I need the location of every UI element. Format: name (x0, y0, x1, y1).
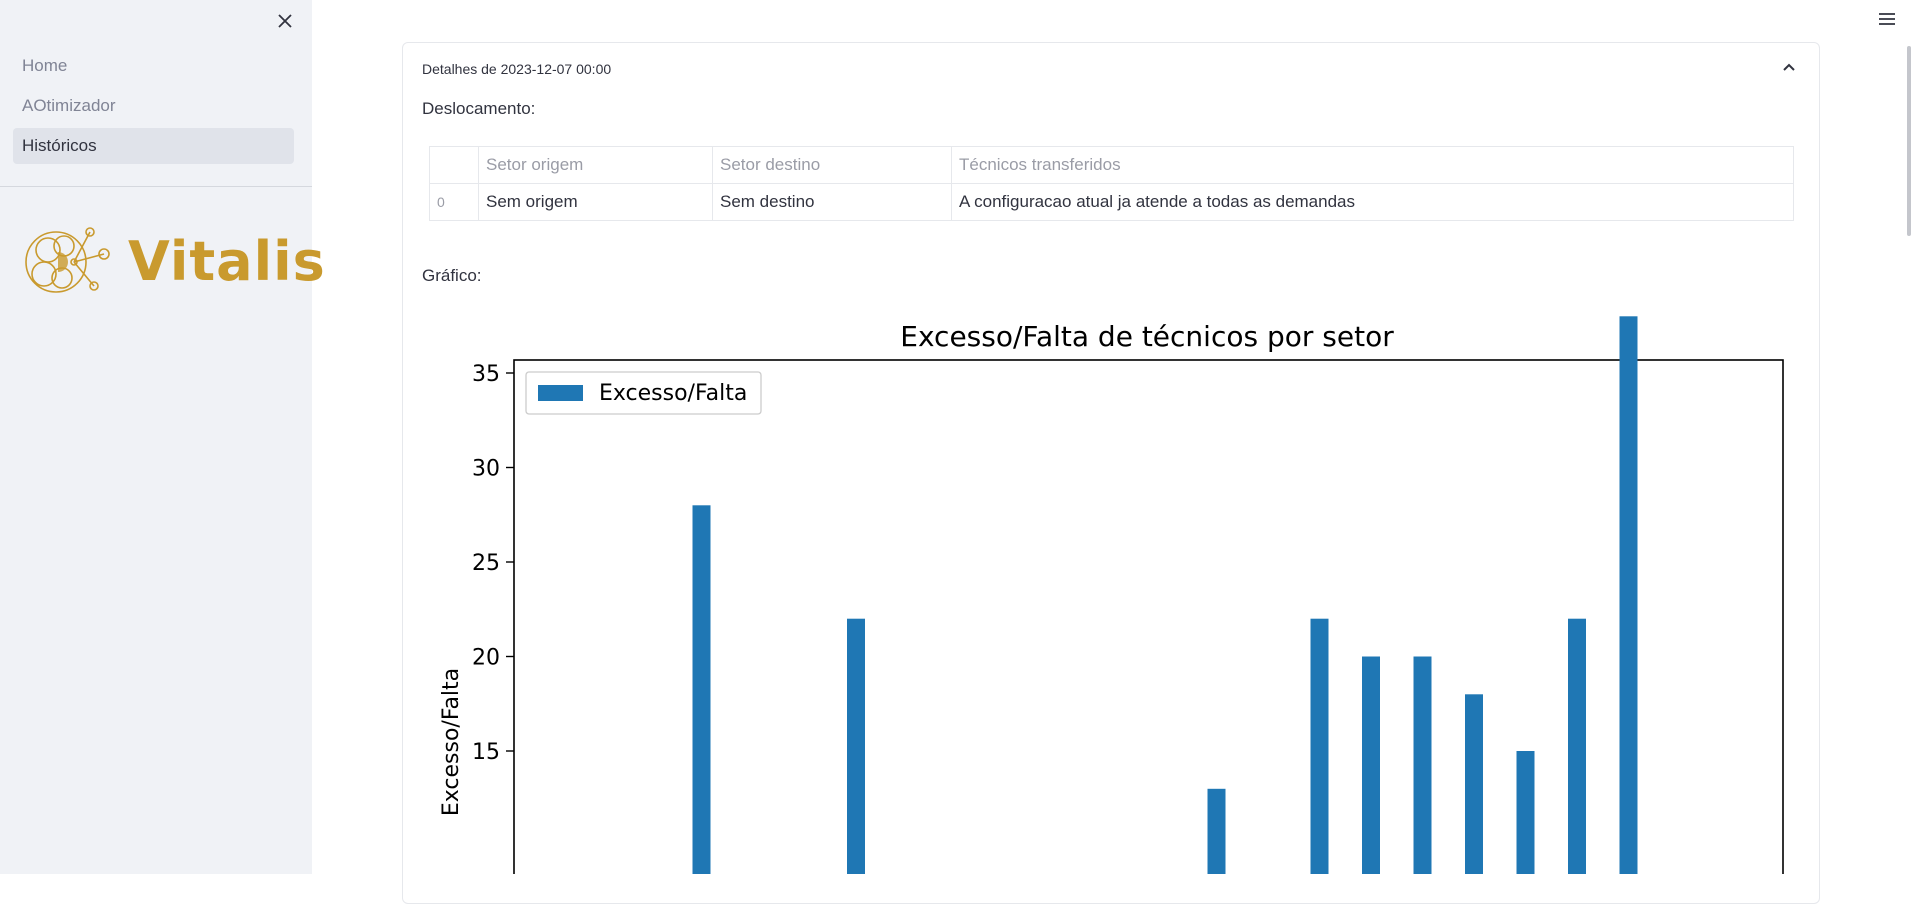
y-tick-label: 30 (472, 457, 500, 482)
bar (1465, 694, 1483, 874)
column-header-index (429, 146, 479, 184)
deslocamento-table: Setor origem Setor destino Técnicos tran… (429, 146, 1794, 221)
main-menu-button[interactable] (1876, 10, 1900, 30)
expander-title: Detalhes de 2023-12-07 00:00 (422, 61, 612, 77)
cell-tecnicos-transferidos[interactable]: A configuracao atual ja atende a todas a… (951, 183, 1794, 221)
bars (692, 316, 1638, 874)
bar (1310, 618, 1329, 874)
chart-legend: Excesso/Falta (525, 371, 762, 415)
table-row: 0 Sem origem Sem destino A configuracao … (429, 183, 1794, 221)
hamburger-menu-icon (1879, 13, 1895, 25)
bar (1568, 618, 1586, 874)
expander-header[interactable]: Detalhes de 2023-12-07 00:00 (403, 43, 1819, 95)
sidebar: Home AOtimizador Históricos Vitalis (0, 0, 325, 874)
column-header-tecnicos-transferidos[interactable]: Técnicos transferidos (951, 146, 1794, 184)
column-header-setor-destino[interactable]: Setor destino (712, 146, 952, 184)
y-tick-label: 25 (472, 551, 500, 576)
page-scrollbar[interactable] (1907, 46, 1911, 236)
bar (692, 505, 711, 874)
y-tick-label: 35 (472, 362, 500, 387)
bar (1619, 316, 1638, 874)
bar (1413, 656, 1432, 874)
legend-swatch (538, 385, 583, 401)
sidebar-item-home[interactable]: Home (13, 48, 294, 84)
sidebar-divider (0, 186, 312, 187)
cell-setor-origem[interactable]: Sem origem (478, 183, 713, 221)
y-axis-label: Excesso/Falta (439, 668, 464, 816)
bar (1362, 656, 1380, 874)
chart-title: Excesso/Falta de técnicos por setor (900, 320, 1394, 353)
deslocamento-label: Deslocamento: (422, 99, 536, 118)
grafico-label: Gráfico: (422, 266, 482, 285)
y-axis: 15 20 25 30 35 (472, 362, 514, 765)
sidebar-item-historicos[interactable]: Históricos (13, 128, 294, 164)
y-tick-label: 15 (472, 740, 500, 765)
vitalis-logo: Vitalis (18, 212, 325, 312)
logo-text: Vitalis (128, 230, 326, 293)
sidebar-item-label: Históricos (22, 136, 97, 155)
sidebar-item-aotimizador[interactable]: AOtimizador (13, 88, 294, 124)
sidebar-item-label: Home (22, 56, 68, 75)
bar (847, 618, 865, 874)
excess-shortage-chart: Excesso/Falta de técnicos por setor 15 20… (439, 316, 1784, 874)
y-tick-label: 20 (472, 646, 500, 671)
close-icon (278, 14, 292, 28)
sidebar-item-label: AOtimizador (22, 96, 116, 115)
cell-setor-destino[interactable]: Sem destino (712, 183, 952, 221)
sidebar-nav: Home AOtimizador Históricos (13, 48, 294, 168)
bar (1207, 788, 1226, 874)
chevron-up-icon[interactable] (1781, 60, 1797, 76)
close-sidebar-button[interactable] (272, 8, 298, 34)
legend-label: Excesso/Falta (599, 381, 747, 406)
table-header-row: Setor origem Setor destino Técnicos tran… (429, 146, 1794, 184)
column-header-setor-origem[interactable]: Setor origem (478, 146, 713, 184)
brain-network-icon (25, 227, 110, 293)
bar (1516, 751, 1535, 874)
row-index: 0 (429, 183, 479, 221)
